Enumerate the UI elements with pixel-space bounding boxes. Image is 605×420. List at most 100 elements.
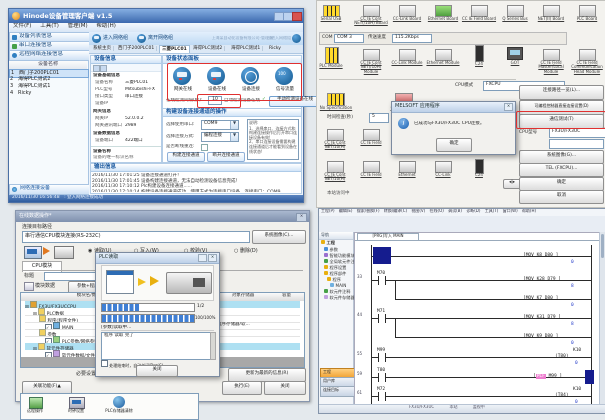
tree-item-project[interactable]: 工程 [321, 240, 335, 246]
chevron-down-icon[interactable]: ▼ [230, 133, 238, 141]
ladder-editor[interactable]: [PRG]写入 MAIN [MOV K8 D80 ] 0 33 M70 [MOV… [354, 232, 600, 405]
hinode-titlebar[interactable]: Hinode设备管理客户端 v1.5 [9, 9, 303, 23]
device-row[interactable]: 3 海得PLC测试1 [9, 83, 87, 90]
instruction[interactable]: [MOV K28 D79 ] [523, 277, 561, 282]
column-header-size[interactable]: 容量 [269, 293, 304, 301]
tab-device-3[interactable]: 海得PLC测试2 [191, 46, 225, 51]
list-scrollbar[interactable] [210, 332, 216, 360]
connection-list-button[interactable]: 连接路径一览(L)... [519, 85, 604, 100]
system-image-button[interactable]: 系统图像(G)... [519, 150, 604, 164]
plc-icon-label[interactable]: CC-Link Module [389, 61, 425, 65]
system-image-button[interactable]: 系统图像(C)... [252, 230, 306, 244]
tel-button[interactable]: TEL (FXCPU)... [519, 163, 604, 177]
plc-icon-label[interactable]: Ethernet Module [425, 61, 461, 65]
plc-icon-label[interactable]: CC IE Field Master/Local Module [533, 61, 569, 74]
plc-icon-label[interactable]: GOT [497, 61, 533, 65]
secondary-cursor[interactable] [585, 370, 594, 384]
sort-az-icon[interactable] [93, 65, 100, 72]
net2-label[interactable]: C24 [461, 173, 497, 177]
communication-test-button[interactable]: 通信测试(T) [519, 114, 604, 129]
tab-device-5[interactable]: Ricky [267, 46, 283, 51]
got-icon[interactable] [507, 47, 523, 60]
menu-view[interactable]: 视图(V) [411, 209, 425, 213]
com-value-field[interactable]: COM 3 [334, 34, 364, 43]
net2-label[interactable]: CC IE Cont NET/10(H) [317, 173, 353, 182]
contact-symbol[interactable] [378, 373, 386, 382]
menu-edit[interactable]: 编辑(E) [339, 209, 353, 213]
minimize-icon[interactable] [198, 254, 207, 262]
contact-symbol[interactable] [378, 353, 386, 362]
pc-icon-label[interactable]: Serial USB [313, 17, 349, 21]
close-button[interactable]: 关闭 [264, 381, 306, 395]
no-specification-label[interactable]: No Specification [317, 106, 355, 110]
sidebar-item-remote-network[interactable]: 远程网络连接信息 [9, 50, 98, 61]
column-header-target-memory[interactable]: 对象存储器 [217, 293, 270, 301]
menu-manage[interactable]: 管理(M) [68, 23, 88, 29]
join-network-button[interactable]: 进入网络组 [103, 35, 128, 41]
net2-label[interactable]: Ethernet [389, 173, 425, 177]
pc-icon-label[interactable]: Q Series Bus [497, 17, 533, 21]
menu-help[interactable]: 帮助(H) [96, 23, 115, 29]
execute-button[interactable]: 执行(E) [222, 381, 262, 395]
menu-tools[interactable]: 工具(T) [40, 23, 59, 29]
contact-symbol[interactable] [378, 276, 386, 285]
progress-list[interactable]: 程序 读取 完了 [101, 332, 211, 360]
close-icon[interactable]: × [296, 213, 307, 222]
tree-item[interactable]: MAIN [330, 283, 346, 288]
plc-read-titlebar[interactable]: PLC读取 × [96, 253, 219, 264]
path-field[interactable]: 串行通信CPU模块连接(RS-232C) [22, 231, 250, 243]
plc-icon-label[interactable]: CC IE Field Communication Head Module [569, 61, 605, 74]
footer-icon-label[interactable]: PLC存储器清除 [99, 409, 139, 414]
pc-icon-label[interactable]: NET(II) Board [533, 17, 569, 21]
refresh-button[interactable]: 更新为最新的信息(R) [228, 368, 306, 382]
join-network-icon[interactable] [92, 34, 101, 43]
prop-value[interactable]: 串口连接 [125, 94, 143, 99]
tab-device-2-selected[interactable]: 三菱PLC01 [159, 45, 190, 53]
plc-icon-label[interactable]: C24 [461, 62, 497, 66]
menu-help[interactable]: 帮助(H) [522, 209, 536, 213]
plc-icon-label[interactable]: CC IE Cont NET(/10H) Module [353, 61, 389, 74]
plc-icon-label[interactable]: PLC Module [313, 64, 349, 68]
pc-icon-label[interactable]: CC IE Field Board [461, 17, 497, 21]
leave-network-button[interactable]: 离开网络组 [148, 35, 173, 41]
coil[interactable]: (T80) [555, 354, 569, 359]
radio-delete[interactable]: ○ 删除(D) [234, 248, 258, 254]
output-log-area[interactable]: 2016/11/30 17:01:25 设备连接通道打开！ 2016/11/30… [92, 173, 300, 192]
plc-module-icon[interactable] [325, 47, 339, 64]
instruction[interactable]: [MOV K9 D80 ] [523, 334, 558, 339]
close-icon[interactable]: × [504, 103, 513, 111]
footer-icon-label[interactable]: 远程操作 [23, 409, 47, 414]
net1-label[interactable]: CC IE Cont NET/10(H) [317, 141, 353, 150]
reconnect-checkbox[interactable] [201, 144, 208, 151]
checkbox-icon[interactable] [101, 360, 108, 367]
edit-cursor[interactable] [373, 247, 391, 264]
pc-icon-label[interactable]: CC-Link Board [389, 17, 425, 21]
sidebar-item-network-device[interactable]: 网络连接设备 [9, 184, 99, 195]
contact-symbol[interactable] [378, 314, 386, 323]
menu-online[interactable]: 在线(O) [430, 209, 444, 213]
menu-tool[interactable]: 工具(T) [485, 209, 499, 213]
nav-button-connection[interactable]: 连接目标 [320, 386, 355, 397]
auto-check-checkbox[interactable]: ✓ [262, 97, 266, 102]
online-titlebar[interactable]: 在线数据操作* × [16, 211, 309, 222]
footer-icon-label[interactable]: 时钟设置 [63, 409, 89, 414]
tab-device-1[interactable]: 西门子200PLC01 [116, 46, 157, 51]
net2-label[interactable]: CC-Link [425, 173, 461, 177]
ok-button[interactable]: 确定 [519, 177, 604, 191]
prop-group[interactable]: 网关信息 [93, 109, 111, 114]
sort-category-icon[interactable] [100, 65, 107, 72]
menu-project[interactable]: 工程(P) [321, 209, 335, 213]
prop-group[interactable]: 设备基础信息 [93, 73, 120, 78]
time-check-field[interactable]: 5 [369, 113, 389, 123]
instruction[interactable]: [MOV K7 D80 ] [523, 296, 558, 301]
menu-compile[interactable]: 转换/编译(C) [384, 209, 407, 213]
net1-label[interactable]: CC IE Field [353, 141, 389, 145]
menu-file[interactable]: 文件(F) [13, 23, 31, 29]
tab-home[interactable]: 系统主页 [91, 46, 114, 51]
prop-value[interactable]: Mitsubishi-FX [125, 87, 155, 92]
device-row[interactable]: 4 Ricky [9, 90, 87, 97]
progress-close-button[interactable]: 关闭 [136, 365, 178, 377]
chevron-down-icon[interactable]: ▼ [230, 121, 238, 129]
pc-icon-label[interactable]: Ethernet Board [425, 17, 461, 21]
pulse-instruction[interactable]: [PLF M99 ] [533, 374, 562, 379]
